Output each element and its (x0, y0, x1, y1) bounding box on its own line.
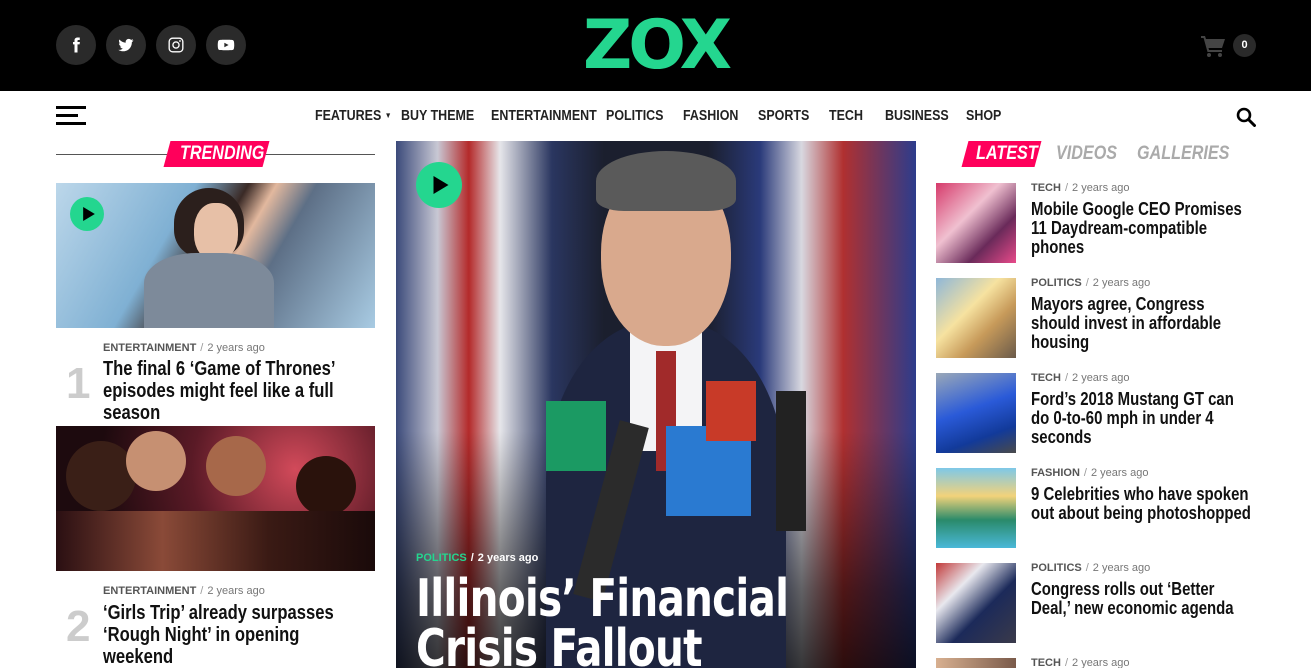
top-bar: ZOX 0 (0, 0, 1311, 91)
category-label[interactable]: POLITICS (1031, 277, 1082, 289)
image-subject-head (296, 456, 356, 516)
image-mic-black (776, 391, 806, 531)
play-video-icon[interactable] (416, 162, 462, 208)
latest-thumb-3[interactable] (936, 373, 1016, 453)
feature-meta: POLITICS/2 years ago (416, 552, 539, 564)
nav-item-fashion[interactable]: FASHION (683, 104, 738, 128)
image-mic-red (706, 381, 756, 441)
timestamp: 2 years ago (207, 585, 265, 597)
image-subject-fur (144, 253, 274, 328)
nav-item-business[interactable]: BUSINESS (885, 104, 949, 128)
timestamp: 2 years ago (1072, 657, 1130, 668)
tab-galleries[interactable]: GALLERIES (1137, 141, 1229, 167)
tab-latest[interactable]: LATEST (976, 141, 1038, 167)
latest-headline-2[interactable]: Mayors agree, Congress should invest in … (1031, 295, 1255, 352)
category-label[interactable]: TECH (1031, 657, 1061, 668)
image-mic-green (546, 401, 606, 471)
category-label[interactable]: POLITICS (1031, 562, 1082, 574)
latest-meta-1: TECH/2 years ago (1031, 182, 1130, 194)
nav-item-buy-theme[interactable]: BUY THEME (401, 104, 474, 128)
latest-headline-4[interactable]: 9 Celebrities who have spoken out about … (1031, 485, 1255, 523)
category-label[interactable]: ENTERTAINMENT (103, 342, 196, 354)
timestamp: 2 years ago (207, 342, 265, 354)
trending-headline-2[interactable]: ‘Girls Trip’ already surpasses ‘Rough Ni… (103, 602, 369, 668)
category-label[interactable]: FASHION (1031, 467, 1080, 479)
tab-videos[interactable]: VIDEOS (1056, 141, 1117, 167)
chevron-down-icon: ▼ (384, 111, 392, 121)
image-bodies (56, 511, 375, 571)
latest-headline-5[interactable]: Congress rolls out ‘Better Deal,’ new ec… (1031, 580, 1255, 618)
latest-meta-3: TECH/2 years ago (1031, 372, 1130, 384)
feature-headline[interactable]: Illinois’ Financial Crisis Fallout (416, 573, 853, 668)
image-subject-head (206, 436, 266, 496)
latest-meta-2: POLITICS/2 years ago (1031, 277, 1151, 289)
trending-headline-1[interactable]: The final 6 ‘Game of Thrones’ episodes m… (103, 358, 377, 424)
latest-meta-6: TECH/2 years ago (1031, 657, 1130, 668)
trending-meta-2: ENTERTAINMENT/2 years ago (103, 585, 265, 597)
site-logo[interactable]: ZOX (563, 10, 748, 82)
instagram-icon[interactable] (156, 25, 196, 65)
search-icon[interactable] (1236, 107, 1256, 127)
category-label[interactable]: ENTERTAINMENT (103, 585, 196, 597)
timestamp: 2 years ago (1090, 467, 1149, 479)
latest-headline-1[interactable]: Mobile Google CEO Promises 11 Daydream-c… (1031, 200, 1255, 257)
trending-heading: TRENDING (180, 143, 265, 164)
latest-thumb-4[interactable] (936, 468, 1016, 548)
nav-item-politics[interactable]: POLITICS (606, 104, 664, 128)
image-subject-head (66, 441, 136, 511)
category-label[interactable]: TECH (1031, 372, 1061, 384)
latest-thumb-5[interactable] (936, 563, 1016, 643)
category-label[interactable]: POLITICS (416, 552, 467, 564)
main-nav: FEATURES ▼ BUY THEME ENTERTAINMENT POLITI… (0, 104, 1311, 128)
image-subject-hair (596, 151, 736, 211)
latest-headline-3[interactable]: Ford’s 2018 Mustang GT can do 0-to-60 mp… (1031, 390, 1255, 447)
twitter-icon[interactable] (106, 25, 146, 65)
shopping-cart-icon[interactable] (1201, 35, 1225, 57)
timestamp: 2 years ago (1072, 372, 1130, 384)
latest-thumb-1[interactable] (936, 183, 1016, 263)
timestamp: 2 years ago (1092, 562, 1151, 574)
latest-thumb-6[interactable] (936, 658, 1016, 668)
nav-item-sports[interactable]: SPORTS (758, 104, 809, 128)
latest-meta-4: FASHION/2 years ago (1031, 467, 1149, 479)
image-subject-head (126, 431, 186, 491)
facebook-icon[interactable] (56, 25, 96, 65)
trending-meta-1: ENTERTAINMENT/2 years ago (103, 342, 265, 354)
latest-meta-5: POLITICS/2 years ago (1031, 562, 1151, 574)
cart-count-badge[interactable]: 0 (1233, 34, 1256, 57)
timestamp: 2 years ago (1072, 182, 1130, 194)
nav-item-tech[interactable]: TECH (829, 104, 863, 128)
nav-item-features[interactable]: FEATURES ▼ (315, 104, 392, 128)
play-video-icon[interactable] (70, 197, 104, 231)
nav-item-entertainment[interactable]: ENTERTAINMENT (491, 104, 597, 128)
youtube-icon[interactable] (206, 25, 246, 65)
trending-image-2[interactable] (56, 426, 375, 571)
nav-item-shop[interactable]: SHOP (966, 104, 1001, 128)
category-label[interactable]: TECH (1031, 182, 1061, 194)
latest-thumb-2[interactable] (936, 278, 1016, 358)
trending-rank-1: 1 (66, 359, 91, 408)
timestamp: 2 years ago (1092, 277, 1151, 289)
trending-image-1[interactable] (56, 183, 375, 328)
timestamp: 2 years ago (477, 552, 539, 564)
trending-rank-2: 2 (66, 602, 91, 651)
